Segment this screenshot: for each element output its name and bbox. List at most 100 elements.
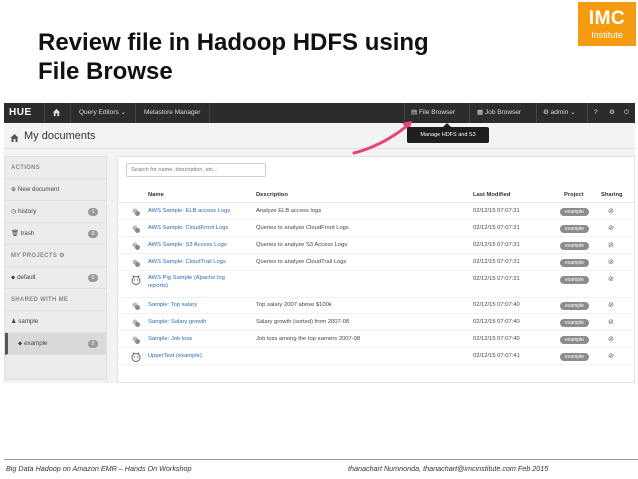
sidebar-item-label: history <box>18 208 37 215</box>
documents-panel: Name Description Last Modified Project S… <box>117 156 635 383</box>
hive-query-icon <box>132 336 140 344</box>
tag-icon: ⬥ <box>11 274 16 281</box>
job-browser-label: Job Browser <box>484 109 522 116</box>
sidebar-item-history[interactable]: ◷ history 1 <box>5 201 106 223</box>
document-name-line2: reports) <box>148 283 168 289</box>
nav-divider <box>70 103 71 123</box>
home-icon[interactable] <box>52 103 62 123</box>
document-name-link[interactable]: AWS Sample: CloudFront Logs <box>148 225 228 231</box>
header-project[interactable]: Project <box>564 192 584 198</box>
sharing-icon[interactable]: ⊘ <box>608 318 614 326</box>
nav-divider <box>536 103 537 123</box>
sharing-icon[interactable]: ⊘ <box>608 275 614 283</box>
file-browser-icon: ▤ <box>411 109 418 116</box>
document-name-link[interactable]: UpperText (example) <box>148 353 202 359</box>
sidebar-item-label: New document <box>17 186 60 193</box>
table-header: Name Description Last Modified Project S… <box>118 189 634 203</box>
gear-icon: ⚙ <box>543 109 549 116</box>
sidebar-item-label: default <box>17 274 36 281</box>
table-row[interactable]: Sample: Job loss Job loss among the top e… <box>118 332 634 348</box>
footer-left: Big Data Hadoop on Amazon EMR – Hands On… <box>6 464 192 473</box>
hive-query-icon <box>132 208 140 216</box>
hive-query-icon <box>132 259 140 267</box>
sidebar-item-new-document[interactable]: ⊕ New document <box>5 179 106 201</box>
trash-icon: 🗑 <box>11 230 19 237</box>
search-input[interactable] <box>126 163 266 177</box>
project-badge[interactable]: example <box>560 276 589 284</box>
table-row[interactable]: AWS Sample: CloudTrail Logs Queries to an… <box>118 255 634 271</box>
header-name[interactable]: Name <box>148 192 164 198</box>
nav-divider <box>469 103 470 123</box>
document-description: Salary growth (sorted) from 2007-08 <box>256 319 350 325</box>
file-browser-tooltip: Manage HDFS and S3 <box>407 123 489 143</box>
nav-metastore-manager[interactable]: Metastore Manager <box>144 103 200 123</box>
table-row[interactable]: UpperText (example) 02/12/15 07:07:41 exam… <box>118 349 634 365</box>
project-badge[interactable]: example <box>560 242 589 250</box>
table-row[interactable]: AWS Sample: ELB access Logs Analyze ELB a… <box>118 204 634 220</box>
sharing-icon[interactable]: ⊘ <box>608 335 614 343</box>
table-row[interactable]: AWS Sample: S3 Access Logs Queries to ana… <box>118 238 634 254</box>
document-description: Queries to analyze CloudFront Logs <box>256 225 349 231</box>
help-icon[interactable]: ? <box>594 103 598 123</box>
project-badge[interactable]: example <box>560 319 589 327</box>
settings-icon[interactable]: ⚙ <box>609 103 615 123</box>
page-header: My documents <box>4 123 635 149</box>
header-description[interactable]: Description <box>256 192 288 198</box>
nav-admin[interactable]: ⚙ admin ⌄ <box>543 103 576 123</box>
table-row[interactable]: AWS Sample: CloudFront Logs Queries to an… <box>118 221 634 237</box>
document-name-link[interactable]: AWS Sample: CloudTrail Logs <box>148 259 226 265</box>
document-last-modified: 02/12/15 07:07:40 <box>473 302 520 308</box>
job-browser-icon: ▦ <box>477 109 484 116</box>
table-row[interactable]: Sample: Salary growth Salary growth (sort… <box>118 315 634 331</box>
project-badge[interactable]: example <box>560 302 589 310</box>
nav-query-editors[interactable]: Query Editors ⌄ <box>79 103 126 123</box>
document-name-link[interactable]: Sample: Job loss <box>148 336 192 342</box>
sidebar-item-sample[interactable]: ♟ sample <box>5 311 106 333</box>
sidebar: ACTIONS ⊕ New document ◷ history 1 🗑 tra… <box>4 156 107 380</box>
file-browser-label: File Browser <box>418 109 456 116</box>
sharing-icon[interactable]: ⊘ <box>608 258 614 266</box>
sidebar-heading-actions: ACTIONS <box>5 157 106 179</box>
document-name-link[interactable]: AWS Sample: S3 Access Logs <box>148 242 227 248</box>
document-name-link[interactable]: Sample: Salary growth <box>148 319 206 325</box>
footer-divider <box>4 459 638 460</box>
sharing-icon[interactable]: ⊘ <box>608 241 614 249</box>
count-badge: 0 <box>88 274 98 282</box>
project-badge[interactable]: example <box>560 225 589 233</box>
sidebar-item-default[interactable]: ⬥ default 0 <box>5 267 106 289</box>
hive-query-icon <box>132 225 140 233</box>
document-last-modified: 02/12/15 07:07:31 <box>473 276 520 282</box>
project-badge[interactable]: example <box>560 208 589 216</box>
logout-icon[interactable]: ⏻ <box>624 103 629 123</box>
table-row[interactable]: Sample: Top salary Top salary 2007 above … <box>118 298 634 314</box>
sidebar-item-trash[interactable]: 🗑 trash 0 <box>5 223 106 245</box>
document-name-link[interactable]: AWS Sample: ELB access Logs <box>148 208 230 214</box>
sharing-icon[interactable]: ⊘ <box>608 224 614 232</box>
hue-logo[interactable]: HUE <box>9 103 32 123</box>
table-row[interactable]: AWS Pig Sample (Apache log reports) 02/12/… <box>118 272 634 298</box>
sharing-icon[interactable]: ⊘ <box>608 207 614 215</box>
project-badge[interactable]: example <box>560 353 589 361</box>
nav-job-browser[interactable]: ▦ Job Browser <box>477 103 521 123</box>
header-last-modified[interactable]: Last Modified <box>473 192 510 198</box>
sharing-icon[interactable]: ⊘ <box>608 301 614 309</box>
pig-script-icon <box>131 352 141 362</box>
project-badge[interactable]: example <box>560 336 589 344</box>
document-description: Queries to analyze S3 Access Logs <box>256 242 348 248</box>
document-last-modified: 02/12/15 07:07:31 <box>473 208 520 214</box>
count-badge: 9 <box>88 340 98 348</box>
plus-icon: ⊕ <box>11 186 17 193</box>
imc-logo: IMC Institute <box>578 2 636 46</box>
document-name-link[interactable]: Sample: Top salary <box>148 302 197 308</box>
gear-icon[interactable]: ⚙ <box>59 253 65 259</box>
sharing-icon[interactable]: ⊘ <box>608 352 614 360</box>
sidebar-item-example[interactable]: ⬥ example 9 <box>5 333 106 355</box>
nav-divider <box>135 103 136 123</box>
slide-title-line1: Review file in Hadoop HDFS using <box>38 29 429 56</box>
document-name-link[interactable]: AWS Pig Sample (Apache log reports) <box>148 274 225 290</box>
document-description: Top salary 2007 above $100k <box>256 302 332 308</box>
project-badge[interactable]: example <box>560 259 589 267</box>
tag-icon: ⬥ <box>18 340 23 347</box>
footer-right: thanachart Numnonda, thanachart@imcinsti… <box>348 464 549 473</box>
header-sharing[interactable]: Sharing <box>601 192 623 198</box>
